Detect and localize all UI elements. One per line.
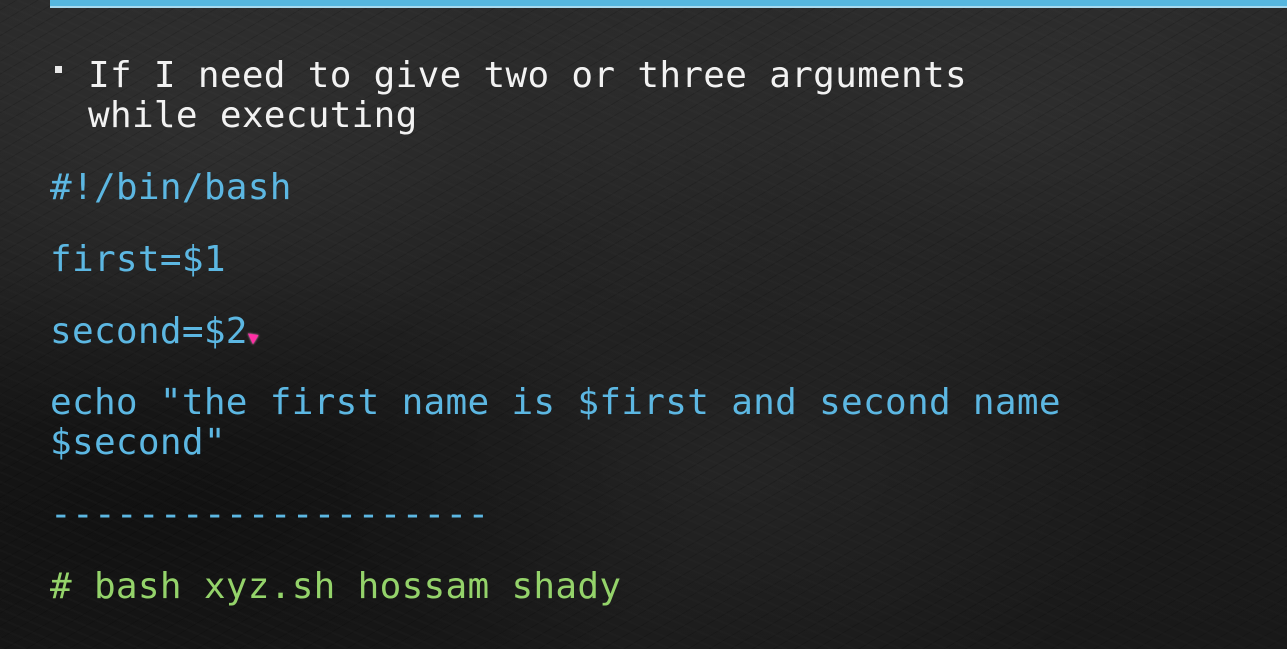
code-line-echo: echo "the first name is $first and secon… (50, 382, 1061, 423)
command-line: # bash xyz.sh hossam shady (50, 566, 622, 607)
pointer-icon (247, 329, 262, 345)
bullet-line-2: while executing (88, 95, 418, 136)
bullet-line-1: If I need to give two or three arguments (88, 55, 967, 96)
code-line-first: first=$1 (50, 239, 226, 280)
slide: If I need to give two or three arguments… (0, 0, 1287, 649)
code-line-second: second=$2 (50, 311, 248, 352)
code-line-shebang: #!/bin/bash (50, 167, 292, 208)
square-bullet-icon (55, 66, 62, 73)
top-accent-bar (50, 0, 1287, 8)
code-line-echo-continuation: $second" (50, 422, 226, 463)
separator-line: -------------------- (50, 494, 490, 535)
